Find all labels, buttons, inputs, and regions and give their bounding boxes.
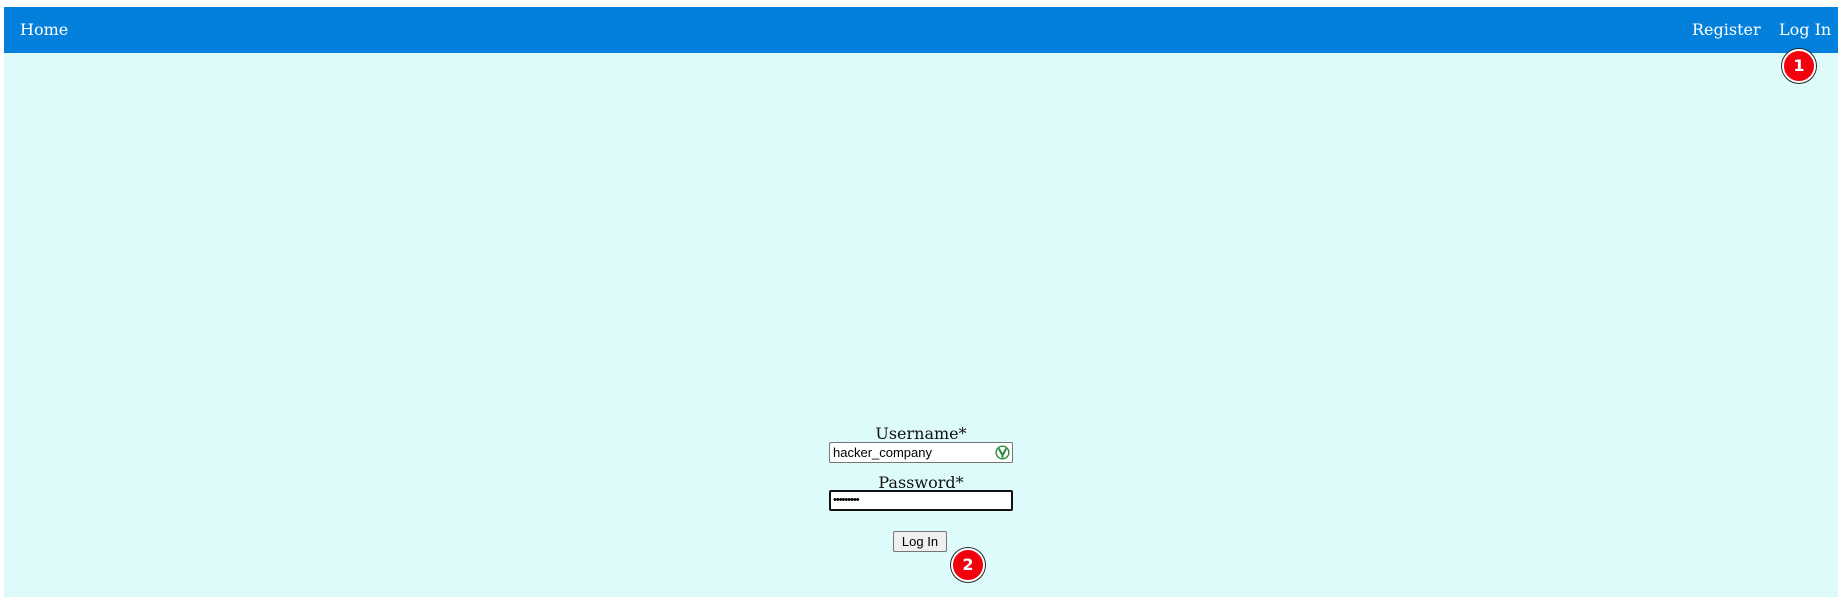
login-form: Username* hacker_company Password* •••••… [4, 7, 1838, 597]
password-manager-icon[interactable] [995, 445, 1010, 460]
login-submit-button[interactable]: Log In [893, 531, 947, 552]
password-value: ••••••••• [833, 494, 860, 506]
password-input[interactable]: ••••••••• [829, 490, 1013, 511]
username-label: Username* [875, 424, 967, 443]
username-input[interactable]: hacker_company [829, 442, 1013, 463]
annotation-marker-1: 1 [1782, 49, 1816, 83]
page-background: Home Register Log In Username* hacker_co… [4, 7, 1838, 597]
username-value: hacker_company [833, 445, 932, 460]
annotation-marker-2: 2 [951, 548, 985, 582]
